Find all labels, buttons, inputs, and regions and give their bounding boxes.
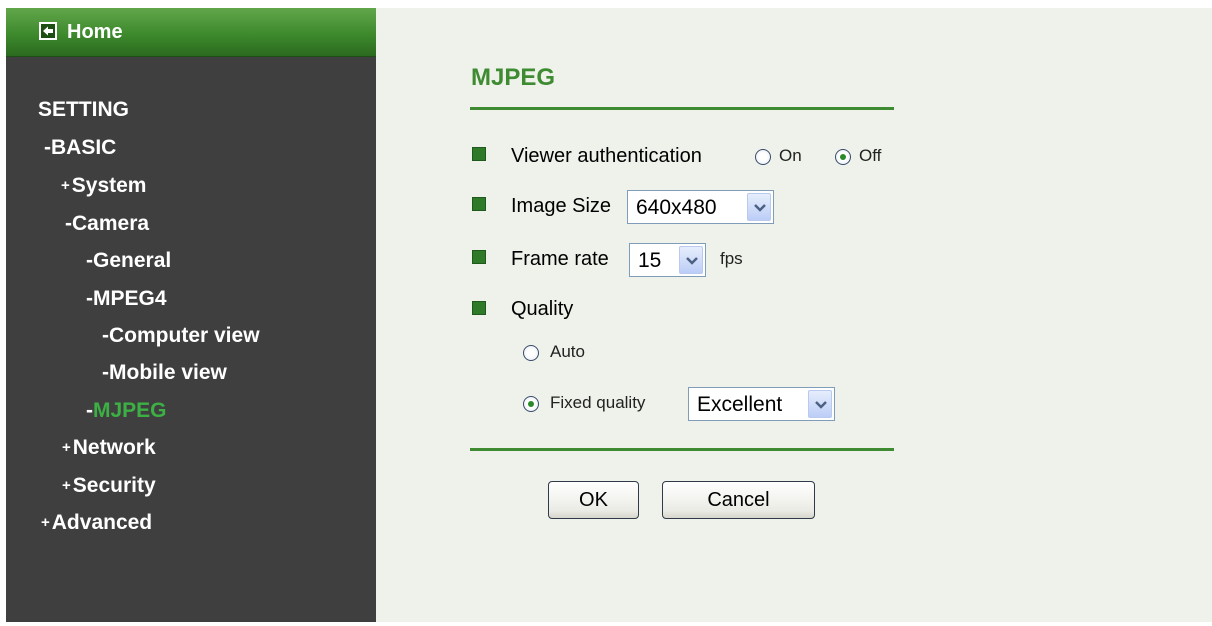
collapse-marker: -	[44, 136, 51, 159]
square-bullet-icon	[472, 147, 486, 161]
collapse-marker: -	[102, 324, 109, 347]
expand-marker: +	[62, 477, 71, 494]
home-link[interactable]: Home	[67, 21, 123, 44]
viewer-auth-on-label[interactable]: On	[779, 146, 802, 166]
fixed-quality-select[interactable]: Excellent	[688, 387, 835, 421]
chevron-down-icon[interactable]	[679, 246, 703, 274]
quality-fixed-label[interactable]: Fixed quality	[550, 393, 645, 413]
viewer-auth-off-label[interactable]: Off	[859, 146, 881, 166]
square-bullet-icon	[472, 250, 486, 264]
sidebar-item-label: Network	[72, 436, 156, 459]
square-bullet-icon	[472, 301, 486, 315]
collapse-marker: -	[65, 212, 72, 235]
frame-rate-label: Frame rate	[511, 248, 609, 270]
page-title: MJPEG	[471, 64, 556, 91]
square-bullet-icon	[472, 197, 486, 211]
sidebar: Home SETTING -BASIC +System -Camera -Gen…	[6, 8, 376, 622]
sidebar-item-label: System	[71, 174, 147, 197]
sidebar-item-advanced[interactable]: +Advanced	[41, 510, 152, 538]
sidebar-item-label: MPEG4	[93, 287, 167, 310]
quality-label: Quality	[511, 298, 574, 320]
sidebar-item-label: General	[93, 249, 172, 272]
sidebar-item-label: BASIC	[51, 136, 117, 159]
frame-rate-select[interactable]: 15	[629, 243, 706, 277]
setting-heading: SETTING	[38, 98, 130, 121]
collapse-marker: -	[102, 361, 109, 384]
viewer-auth-on-radio[interactable]	[755, 149, 771, 165]
sidebar-item-camera[interactable]: -Camera	[65, 211, 149, 237]
frame-rate-unit: fps	[720, 249, 743, 268]
chevron-down-icon[interactable]	[808, 390, 832, 418]
image-size-select[interactable]: 640x480	[627, 190, 774, 224]
sidebar-item-basic[interactable]: -BASIC	[44, 135, 116, 161]
home-bar[interactable]: Home	[6, 8, 376, 57]
back-arrow-icon[interactable]	[39, 22, 57, 40]
image-size-value: 640x480	[636, 196, 717, 219]
main-panel: MJPEG Viewer authentication On Off Image…	[376, 8, 1212, 622]
cancel-button[interactable]: Cancel	[662, 481, 815, 519]
sidebar-item-label: Camera	[72, 212, 150, 235]
sidebar-item-network[interactable]: +Network	[62, 435, 156, 463]
expand-marker: +	[62, 439, 71, 456]
collapse-marker: -	[86, 399, 93, 422]
sidebar-item-mjpeg[interactable]: -MJPEG	[86, 398, 167, 424]
sidebar-item-system[interactable]: +System	[61, 173, 146, 201]
viewer-auth-label: Viewer authentication	[511, 145, 702, 167]
collapse-marker: -	[86, 249, 93, 272]
collapse-marker: -	[86, 287, 93, 310]
sidebar-item-security[interactable]: +Security	[62, 473, 156, 501]
quality-fixed-radio[interactable]	[523, 396, 539, 412]
sidebar-item-label: Security	[72, 474, 156, 497]
image-size-label: Image Size	[511, 195, 612, 217]
sidebar-item-computer-view[interactable]: -Computer view	[102, 323, 260, 349]
bottom-divider	[470, 448, 894, 451]
expand-marker: +	[61, 177, 70, 194]
chevron-down-icon[interactable]	[747, 193, 771, 221]
title-divider	[470, 107, 894, 110]
sidebar-item-label: Advanced	[51, 511, 153, 534]
sidebar-item-mobile-view[interactable]: -Mobile view	[102, 360, 227, 386]
sidebar-item-general[interactable]: -General	[86, 248, 171, 274]
sidebar-item-label: MJPEG	[93, 399, 167, 422]
viewer-auth-off-radio[interactable]	[835, 149, 851, 165]
sidebar-item-label: Computer view	[109, 324, 260, 347]
expand-marker: +	[41, 514, 50, 531]
sidebar-item-mpeg4[interactable]: -MPEG4	[86, 286, 167, 312]
quality-auto-radio[interactable]	[523, 345, 539, 361]
ok-button[interactable]: OK	[548, 481, 639, 519]
frame-rate-value: 15	[638, 249, 662, 272]
sidebar-item-label: Mobile view	[109, 361, 227, 384]
quality-auto-label[interactable]: Auto	[550, 342, 585, 362]
fixed-quality-value: Excellent	[697, 393, 783, 416]
